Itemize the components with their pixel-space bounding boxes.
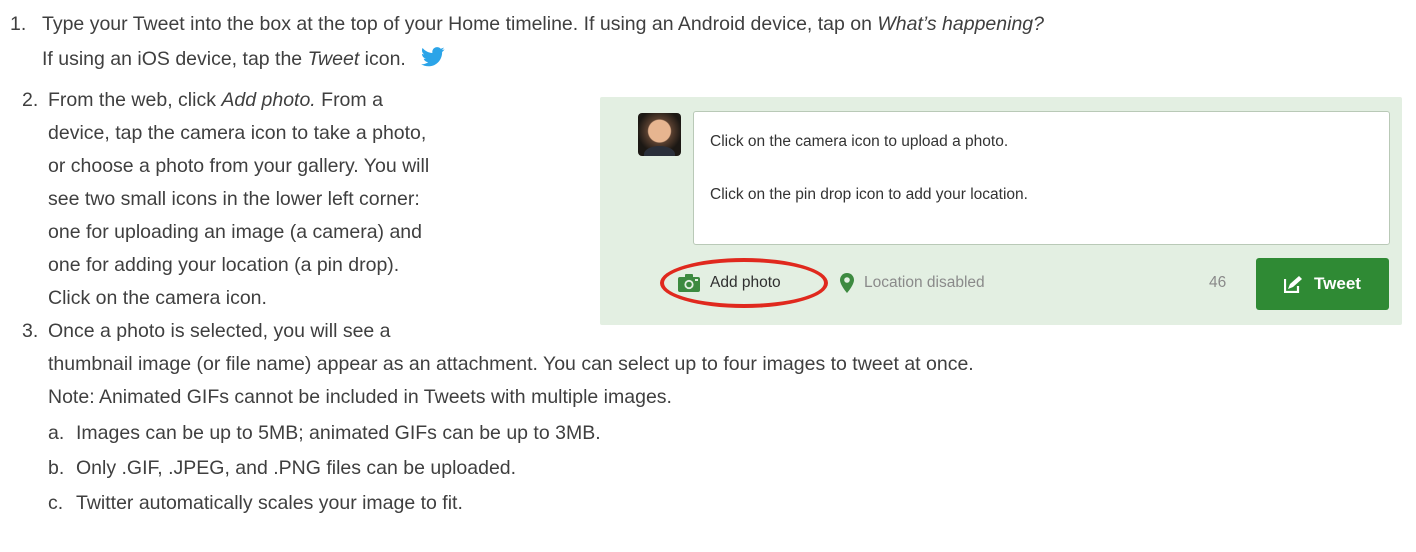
highlight-ring xyxy=(660,258,828,308)
step-1-emphasis-2: Tweet xyxy=(307,48,360,70)
sub-item-text: Images can be up to 5MB; animated GIFs c… xyxy=(76,422,601,444)
sub-item-letter: c. xyxy=(48,492,64,514)
textbox-line-2: Click on the pin drop icon to add your l… xyxy=(710,186,1028,203)
step-number: 2. xyxy=(22,89,39,111)
tweet-textbox[interactable]: Click on the camera icon to upload a pho… xyxy=(693,111,1390,245)
sub-item-letter: a. xyxy=(48,422,65,444)
tweet-button[interactable]: Tweet xyxy=(1256,258,1389,310)
tweet-button-label: Tweet xyxy=(1314,274,1361,293)
step-2-line-1: From the web, click Add photo. From a xyxy=(48,88,383,112)
step-2-line: device, tap the camera icon to take a ph… xyxy=(48,122,427,144)
step-2-line: or choose a photo from your gallery. You… xyxy=(48,155,430,177)
character-count: 46 xyxy=(1209,274,1227,291)
location-label: Location disabled xyxy=(864,274,985,291)
location-pin-icon xyxy=(840,273,854,293)
step-1-text: Type your Tweet into the box at the top … xyxy=(42,13,878,35)
step-2-text: From the web, click xyxy=(48,89,222,111)
step-number: 3. xyxy=(22,320,39,342)
tweet-composer: Click on the camera icon to upload a pho… xyxy=(600,97,1402,325)
compose-icon xyxy=(1283,275,1304,294)
step-1-line-1: Type your Tweet into the box at the top … xyxy=(42,12,1044,36)
step-2-line: one for adding your location (a pin drop… xyxy=(48,254,400,276)
step-1-text-3: icon. xyxy=(359,48,406,70)
step-2-emphasis: Add photo. xyxy=(221,89,316,111)
step-2-line: see two small icons in the lower left co… xyxy=(48,188,420,210)
step-2-text-after: From a xyxy=(315,89,383,111)
step-number: 1. xyxy=(10,13,27,35)
step-3-line: thumbnail image (or file name) appear as… xyxy=(48,353,974,375)
step-1-line-2: If using an iOS device, tap the Tweet ic… xyxy=(42,47,445,73)
step-2-line: one for uploading an image (a camera) an… xyxy=(48,221,422,243)
sub-item-text: Only .GIF, .JPEG, and .PNG files can be … xyxy=(76,457,517,479)
location-button[interactable]: Location disabled xyxy=(840,265,985,301)
textbox-line-1: Click on the camera icon to upload a pho… xyxy=(710,133,1009,150)
sub-item-letter: b. xyxy=(48,457,65,479)
sub-item-text: Twitter automatically scales your image … xyxy=(76,492,463,514)
step-3-line: Once a photo is selected, you will see a xyxy=(48,320,391,342)
step-1-text-2: If using an iOS device, tap the xyxy=(42,48,308,70)
twitter-bird-icon xyxy=(421,47,445,73)
step-3-line: Note: Animated GIFs cannot be included i… xyxy=(48,386,672,408)
step-1-emphasis: What’s happening? xyxy=(877,13,1044,35)
step-2-line: Click on the camera icon. xyxy=(48,287,267,309)
avatar[interactable] xyxy=(638,113,681,156)
